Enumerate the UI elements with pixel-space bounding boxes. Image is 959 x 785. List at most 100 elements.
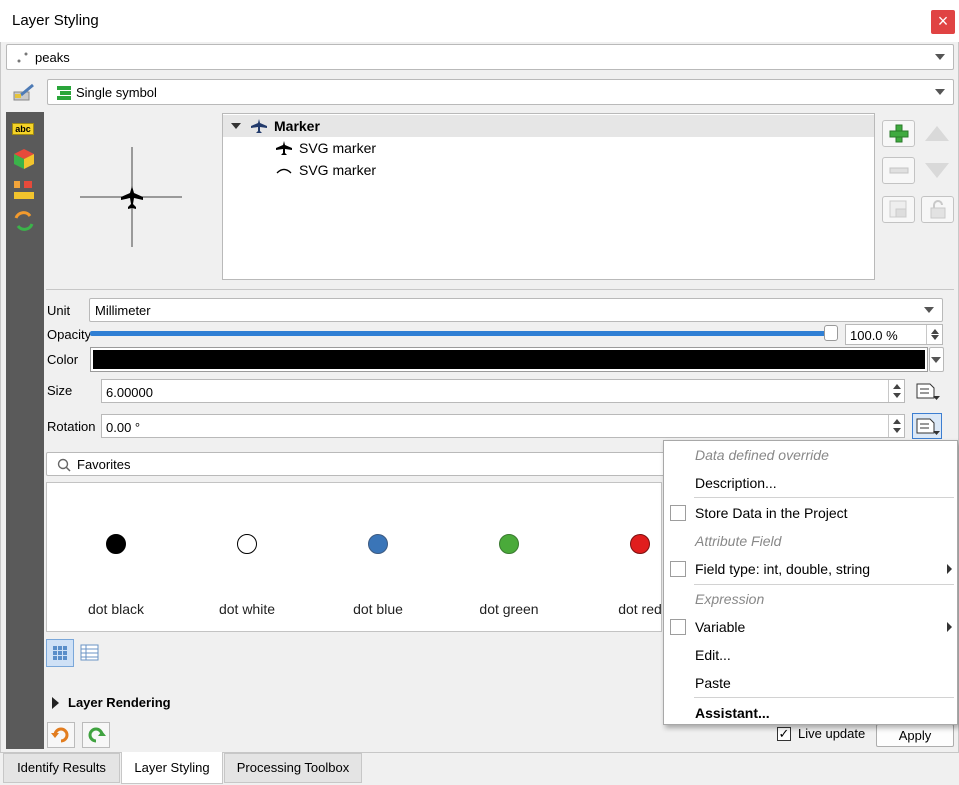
live-update-checkbox[interactable]: ✓ xyxy=(777,727,791,741)
spin-buttons[interactable] xyxy=(888,415,904,437)
label-icon[interactable]: abc xyxy=(12,120,36,142)
menu-item-edit[interactable]: Edit... xyxy=(664,641,957,669)
symbol-dot xyxy=(237,534,257,554)
symbol-dot xyxy=(499,534,519,554)
close-icon: × xyxy=(937,11,949,31)
layer-rendering-toggle[interactable]: Layer Rendering xyxy=(50,695,250,713)
close-button[interactable]: × xyxy=(931,10,955,34)
airplane-icon xyxy=(251,119,267,133)
styling-sidebar: abc xyxy=(6,112,44,749)
menu-item-field-type[interactable]: Field type: int, double, string xyxy=(664,555,957,583)
menu-separator xyxy=(694,497,954,498)
renderer-selector[interactable]: Single symbol xyxy=(47,79,954,105)
paintbrush-icon xyxy=(13,83,34,101)
symbol-item[interactable]: dot green xyxy=(444,483,574,633)
move-down-button[interactable] xyxy=(921,157,954,184)
search-icon xyxy=(57,458,71,472)
size-label: Size xyxy=(47,383,73,398)
chevron-down-icon xyxy=(231,123,241,129)
submenu-arrow-icon xyxy=(947,564,952,574)
arrow-up-icon xyxy=(925,126,949,141)
chevron-down-icon xyxy=(935,54,945,60)
opacity-spinbox[interactable]: 100.0 % xyxy=(845,324,943,345)
unit-selector[interactable]: Millimeter xyxy=(89,298,943,322)
symbol-label: dot green xyxy=(479,601,539,617)
symbol-dot xyxy=(368,534,388,554)
menu-item-assistant[interactable]: Assistant... xyxy=(664,699,957,727)
menu-item-store-data[interactable]: Store Data in the Project xyxy=(664,499,957,527)
symbol-item[interactable]: dot blue xyxy=(313,483,443,633)
size-data-defined-button[interactable] xyxy=(912,378,942,404)
symbol-layer-tree: Marker SVG marker SVG marker xyxy=(222,113,875,280)
color-menu-button[interactable] xyxy=(929,347,944,372)
check-icon: ✓ xyxy=(778,726,790,741)
add-layer-button[interactable] xyxy=(882,120,915,147)
tab-layer-styling[interactable]: Layer Styling xyxy=(121,752,223,784)
color-label: Color xyxy=(47,352,79,367)
tree-row-marker[interactable]: Marker xyxy=(223,115,874,137)
spin-buttons[interactable] xyxy=(926,325,942,344)
chevron-down-icon xyxy=(931,356,941,363)
opacity-slider-track[interactable] xyxy=(90,325,838,341)
chevron-down-icon xyxy=(924,307,934,313)
3d-view-icon[interactable] xyxy=(12,148,36,170)
data-defined-icon xyxy=(916,418,940,435)
menu-item-description[interactable]: Description... xyxy=(664,469,957,497)
rotation-label: Rotation xyxy=(47,419,96,434)
undo-icon xyxy=(51,727,69,743)
symbol-label: dot black xyxy=(87,601,145,617)
search-value: Favorites xyxy=(77,457,131,472)
symbol-dot xyxy=(106,534,126,554)
dock-tabs: Identify Results Layer Styling Processin… xyxy=(0,752,959,785)
plus-icon xyxy=(889,124,909,143)
layer-label: SVG marker xyxy=(299,140,377,156)
menu-header-expression: Expression xyxy=(695,591,765,607)
symbol-search-input[interactable]: Favorites xyxy=(46,452,666,476)
minus-icon xyxy=(889,167,909,174)
tree-row-svg-marker[interactable]: SVG marker xyxy=(223,159,874,181)
remove-layer-button[interactable] xyxy=(882,157,915,184)
icon-view-button[interactable] xyxy=(46,639,74,667)
lock-icon xyxy=(930,200,946,219)
symbol-label: dot blue xyxy=(353,601,403,617)
history-icon[interactable] xyxy=(12,210,36,232)
move-up-button[interactable] xyxy=(921,120,954,147)
duplicate-layer-button[interactable] xyxy=(882,196,915,223)
color-button[interactable] xyxy=(90,347,928,372)
layer-rendering-label: Layer Rendering xyxy=(68,695,171,710)
symbol-item[interactable]: dot white xyxy=(182,483,312,633)
redo-button[interactable] xyxy=(82,722,110,748)
single-symbol-icon xyxy=(57,86,71,100)
unit-value: Millimeter xyxy=(95,303,151,318)
rotation-data-defined-button[interactable] xyxy=(912,413,942,439)
lock-layer-button[interactable] xyxy=(921,196,954,223)
airplane-icon xyxy=(276,141,292,155)
spin-buttons[interactable] xyxy=(888,380,904,402)
symbol-dot xyxy=(630,534,650,554)
undo-button[interactable] xyxy=(47,722,75,748)
data-defined-icon xyxy=(916,383,940,400)
tab-label: Layer Styling xyxy=(134,760,210,775)
size-spinbox[interactable]: 6.00000 xyxy=(101,379,905,403)
apply-button[interactable]: Apply xyxy=(876,724,954,747)
tab-processing-toolbox[interactable]: Processing Toolbox xyxy=(224,753,362,783)
rotation-spinbox[interactable]: 0.00 ° xyxy=(101,414,905,438)
list-view-button[interactable] xyxy=(77,640,103,666)
window-title: Layer Styling xyxy=(12,12,99,29)
point-layer-icon xyxy=(17,52,28,63)
symbol-item[interactable]: dot black xyxy=(51,483,181,633)
list-view-icon xyxy=(80,644,99,661)
opacity-slider-handle[interactable] xyxy=(824,325,838,341)
menu-item-variable[interactable]: Variable xyxy=(664,613,957,641)
duplicate-icon xyxy=(889,200,907,218)
tab-label: Processing Toolbox xyxy=(236,760,350,775)
label-icon-text: abc xyxy=(12,123,34,135)
rotation-value: 0.00 ° xyxy=(106,420,141,435)
opacity-slider-fill xyxy=(90,331,835,336)
tree-row-svg-marker[interactable]: SVG marker xyxy=(223,137,874,159)
menu-item-paste[interactable]: Paste xyxy=(664,669,957,697)
diagram-icon[interactable] xyxy=(12,179,36,201)
layer-selector[interactable]: peaks xyxy=(6,44,954,70)
symbol-preview xyxy=(80,147,182,247)
tab-identify-results[interactable]: Identify Results xyxy=(3,753,120,783)
